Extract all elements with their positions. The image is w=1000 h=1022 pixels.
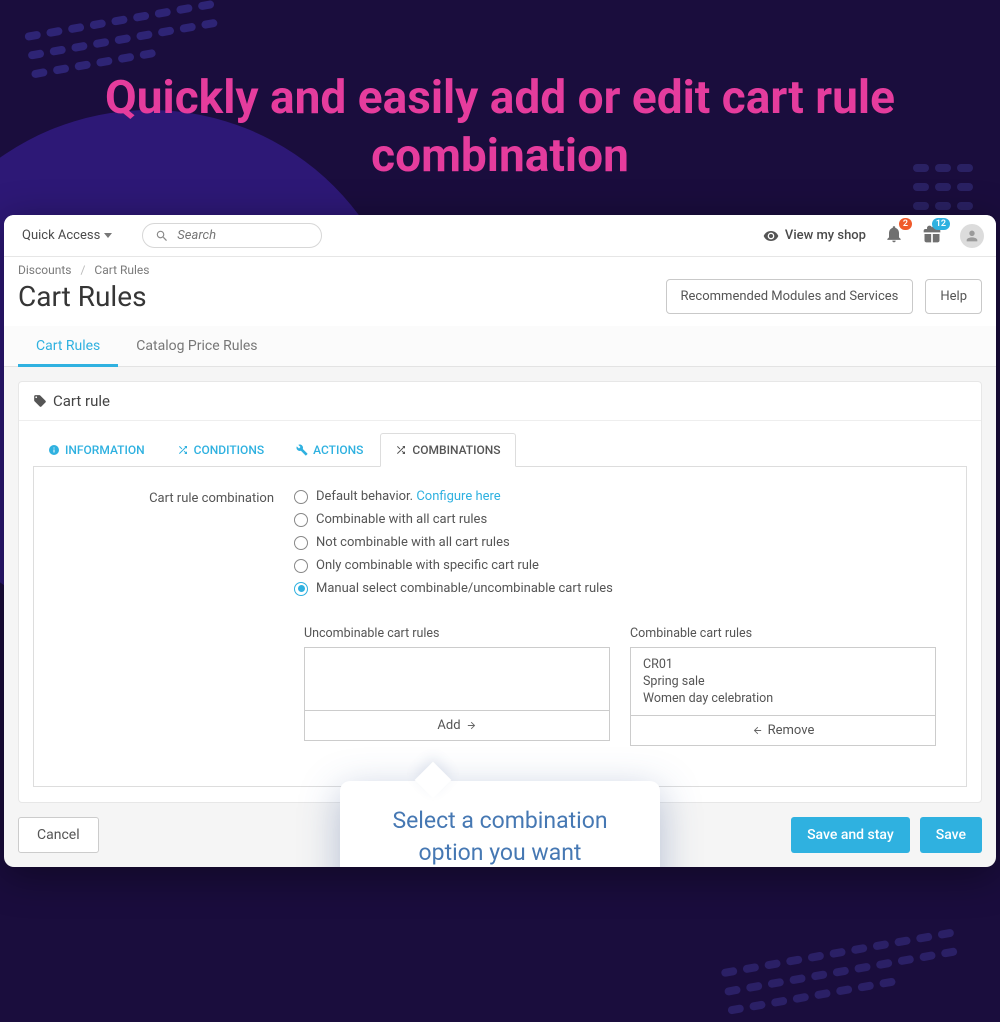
tab-label: INFORMATION [65,443,145,457]
wrench-icon [296,444,308,456]
combinable-column: Combinable cart rules CR01 Spring sale W… [630,626,936,746]
list-item[interactable]: Spring sale [643,673,923,690]
tab-label: ACTIONS [313,443,363,457]
subtabs: Cart Rules Catalog Price Rules [4,326,996,367]
radio-icon [294,582,308,596]
view-shop-label: View my shop [785,228,866,243]
breadcrumb-parent[interactable]: Discounts [18,263,71,277]
cart-notifications-button[interactable]: 12 [922,224,942,248]
list-item[interactable]: Women day celebration [643,690,923,707]
uncombinable-column: Uncombinable cart rules Add [304,626,610,746]
add-button[interactable]: Add [304,711,610,741]
save-and-stay-button[interactable]: Save and stay [791,817,910,853]
radio-label: Not combinable with all cart rules [316,535,510,550]
arrow-left-icon [752,725,763,736]
radio-label: Only combinable with specific cart rule [316,558,539,573]
quick-access-label: Quick Access [22,228,100,243]
shuffle-icon [177,444,189,456]
radio-combinable-all[interactable]: Combinable with all cart rules [294,512,936,527]
cart-rule-panel: Cart rule INFORMATION CONDITIONS ACTIONS… [18,381,982,803]
panel-title: Cart rule [53,392,110,410]
topbar: Quick Access View my shop 2 12 [4,215,996,257]
radio-label: Combinable with all cart rules [316,512,487,527]
cart-badge: 12 [932,218,950,230]
help-button[interactable]: Help [925,279,982,314]
page-title: Cart Rules [18,280,147,313]
tab-label: COMBINATIONS [412,443,500,457]
breadcrumb-current: Cart Rules [94,263,149,277]
search-icon [155,229,169,243]
chevron-down-icon [104,233,112,238]
radio-not-combinable[interactable]: Not combinable with all cart rules [294,535,936,550]
notification-badge: 2 [899,218,912,230]
user-avatar[interactable] [960,224,984,248]
radio-icon [294,490,308,504]
title-row: Cart Rules Recommended Modules and Servi… [4,277,996,326]
user-icon [964,228,980,244]
remove-button[interactable]: Remove [630,716,936,746]
tab-information[interactable]: INFORMATION [33,433,160,467]
promo-heading: Quickly and easily add or edit cart rule… [0,0,1000,215]
configure-link[interactable]: Configure here [416,489,500,504]
tab-combinations[interactable]: COMBINATIONS [380,433,515,467]
combinable-listbox[interactable]: CR01 Spring sale Women day celebration [630,647,936,716]
radio-specific-rule[interactable]: Only combinable with specific cart rule [294,558,936,573]
button-label: Add [437,718,460,733]
button-label: Remove [768,723,815,738]
tab-conditions[interactable]: CONDITIONS [162,433,279,467]
recommended-modules-button[interactable]: Recommended Modules and Services [666,279,914,314]
save-button[interactable]: Save [920,817,982,853]
shuffle-icon [395,444,407,456]
tab-catalog-price-rules[interactable]: Catalog Price Rules [118,326,275,366]
breadcrumb: Discounts / Cart Rules [4,257,996,277]
radio-manual-select[interactable]: Manual select combinable/uncombinable ca… [294,581,936,596]
tab-actions[interactable]: ACTIONS [281,433,378,467]
callout-text: Select a combination option you want [368,805,632,867]
info-icon [48,444,60,456]
search-input[interactable] [177,228,309,243]
tab-cart-rules[interactable]: Cart Rules [18,326,118,366]
field-label: Cart rule combination [64,489,294,604]
app-window: Quick Access View my shop 2 12 [4,215,996,867]
uncombinable-label: Uncombinable cart rules [304,626,610,641]
tooltip-callout: Select a combination option you want [340,781,660,867]
tag-icon [33,394,47,408]
radio-label: Manual select combinable/uncombinable ca… [316,581,613,596]
notifications-button[interactable]: 2 [884,224,904,248]
radio-default-behavior[interactable]: Default behavior. Configure here [294,489,936,504]
arrow-right-icon [466,720,477,731]
search-field[interactable] [142,223,322,248]
combination-options: Default behavior. Configure here Combina… [294,489,936,604]
combinations-form: Cart rule combination Default behavior. … [33,466,967,787]
combinable-label: Combinable cart rules [630,626,936,641]
radio-label: Default behavior. [316,489,413,504]
cancel-button[interactable]: Cancel [18,817,99,853]
list-item[interactable]: CR01 [643,656,923,673]
tab-label: CONDITIONS [194,443,264,457]
breadcrumb-separator: / [80,263,85,277]
radio-icon [294,559,308,573]
inner-tabs: INFORMATION CONDITIONS ACTIONS COMBINATI… [19,421,981,467]
eye-icon [763,228,779,244]
radio-icon [294,536,308,550]
view-shop-link[interactable]: View my shop [763,228,866,244]
quick-access-menu[interactable]: Quick Access [16,224,118,247]
panel-header: Cart rule [19,382,981,421]
decorative-dots [717,921,983,1022]
radio-icon [294,513,308,527]
uncombinable-listbox[interactable] [304,647,610,711]
